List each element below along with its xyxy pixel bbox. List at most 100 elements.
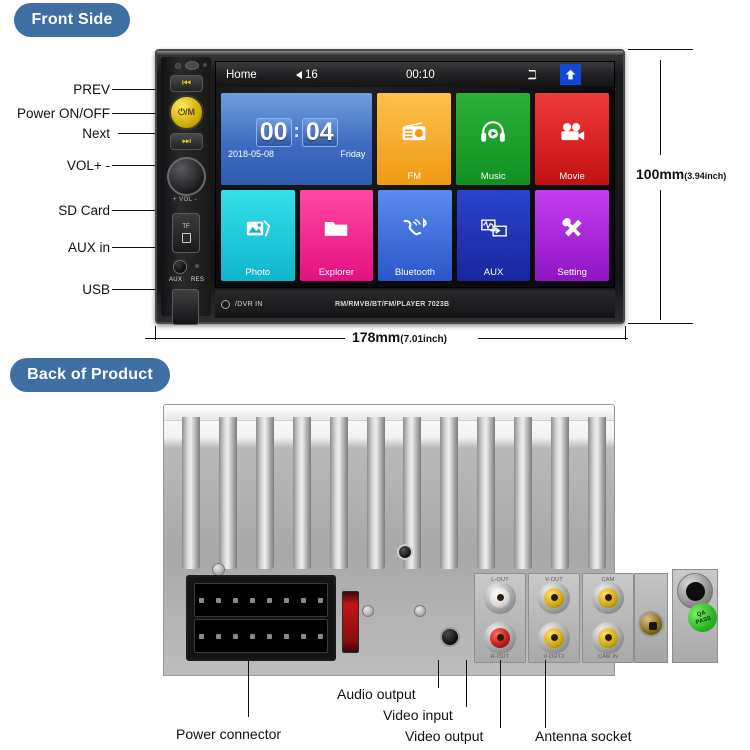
callout-audio-output: Audio output — [337, 686, 416, 702]
bluetooth-icon: ℶ — [528, 66, 537, 82]
heatsink-fin — [477, 417, 496, 569]
heatsink-fin — [292, 417, 311, 569]
tile-setting[interactable]: Setting — [535, 189, 609, 281]
back-of-product-badge: Back of Product — [10, 358, 170, 392]
power-connector[interactable] — [186, 575, 336, 661]
dim-height-line-bottom — [660, 190, 661, 320]
callout-volume: VOL+ - — [66, 158, 110, 173]
heatsink-fin — [440, 417, 459, 569]
connector-pin — [284, 597, 289, 603]
connector-pin — [301, 597, 306, 603]
clock-tile[interactable]: 00 : 04 2018-05-08 Friday — [221, 93, 373, 185]
dim-height-line-top — [660, 60, 661, 155]
tile-bluetooth-label: Bluetooth — [394, 267, 436, 278]
tile-music-label: Music — [480, 170, 506, 182]
tile-aux[interactable]: AUX — [456, 189, 531, 281]
connector-pin — [301, 633, 306, 639]
heatsink-fin — [366, 417, 385, 569]
connector-pin — [199, 633, 204, 639]
tile-explorer[interactable]: Explorer — [299, 189, 374, 281]
aux-label: AUX — [169, 277, 183, 283]
callout-sd-card: SD Card — [58, 203, 110, 218]
aux-signal-icon — [480, 190, 507, 268]
rca-jack-audio-right[interactable] — [484, 622, 516, 654]
status-bar: Home 16 00:10 ℶ — [216, 62, 614, 87]
heatsink-fin — [182, 417, 200, 569]
rca-jack-video-out[interactable] — [538, 582, 570, 614]
aux-input-jack[interactable] — [173, 260, 187, 274]
tile-music[interactable]: Music — [456, 93, 531, 185]
rca-cap-top: V-OUT — [545, 577, 563, 583]
rca-cap-top: CAM — [601, 577, 615, 583]
connector-pin-row — [194, 583, 328, 617]
dim-width-inch: (7.01inch) — [400, 334, 447, 345]
back-unit: L-OUT R-OUT V-OUT V-OUT2 CAM CAM IN QA P… — [163, 404, 721, 676]
rca-jack-audio-left[interactable] — [484, 582, 516, 614]
fuse-holder — [342, 591, 359, 653]
clock-subline: 2018-05-08 Friday — [221, 147, 372, 162]
folder-icon — [324, 190, 348, 268]
rca-cap-bottom: CAM IN — [597, 654, 619, 660]
lead-aux-in — [112, 247, 157, 248]
connector-pin — [216, 633, 221, 639]
touchscreen-display[interactable]: Home 16 00:10 ℶ 00 : 04 2018-05-08 Frida… — [215, 61, 615, 288]
tile-movie[interactable]: Movie — [535, 93, 609, 185]
antenna-jack[interactable] — [638, 611, 664, 637]
reset-button[interactable] — [195, 264, 199, 268]
dim-height-label: 100mm(3.94inch) — [636, 166, 726, 182]
callout-video-input: Video input — [383, 707, 453, 723]
headphones-icon — [480, 93, 506, 171]
dim-height-mm: 100mm — [636, 166, 685, 182]
up-arrow-icon[interactable] — [560, 64, 581, 85]
dim-width-line-left — [145, 338, 345, 339]
dim-width-tick-left — [155, 326, 156, 340]
sd-card-icon — [181, 232, 191, 243]
rca-cap-bottom: V-OUT2 — [543, 654, 565, 660]
tile-photo-label: Photo — [245, 267, 271, 278]
dim-height-tick-top — [628, 49, 693, 50]
heatsink-fin — [218, 417, 237, 569]
speaker-icon — [296, 70, 302, 79]
lead-power-connector — [248, 660, 249, 717]
connector-pin — [250, 597, 255, 603]
tile-movie-label: Movie — [559, 170, 585, 182]
sd-card-slot[interactable]: TF — [172, 213, 200, 253]
dim-height-tick-bottom — [628, 323, 693, 324]
rca-jack-camera-in[interactable] — [592, 582, 624, 614]
callout-prev: PREV — [73, 82, 110, 97]
radio-icon — [401, 93, 427, 171]
connector-pin — [318, 597, 323, 603]
connector-pin — [267, 633, 272, 639]
connector-pin — [267, 597, 272, 603]
connector-pin — [318, 633, 323, 639]
volume-knob-label: + VOL - — [173, 197, 198, 203]
auxiliary-jack[interactable] — [440, 627, 460, 647]
tile-row-2: Photo Explorer Bluetooth AUX Setting — [221, 189, 609, 281]
lead-video-input — [466, 660, 467, 707]
clock-weekday: Friday — [340, 148, 366, 159]
callout-video-output: Video output — [405, 728, 484, 744]
dim-width-label: 178mm(7.01inch) — [352, 329, 447, 345]
microphone-icon — [175, 63, 181, 69]
rca-block-audio: L-OUT R-OUT — [474, 573, 526, 663]
front-side-badge: Front Side — [14, 3, 130, 37]
status-home-label[interactable]: Home — [226, 69, 257, 81]
prev-button[interactable]: ⏮ — [170, 75, 203, 92]
rca-jack-camera-in-2[interactable] — [592, 622, 624, 654]
heatsink-fin — [587, 417, 606, 569]
lead-power — [112, 113, 157, 114]
usb-port[interactable] — [172, 289, 199, 325]
tile-aux-label: AUX — [483, 267, 504, 278]
clock-hours: 00 — [255, 117, 292, 147]
tile-fm-label: FM — [407, 170, 422, 182]
dvr-camera-icon — [221, 299, 230, 309]
tile-bluetooth[interactable]: Bluetooth — [378, 189, 452, 281]
volume-knob[interactable] — [167, 157, 206, 196]
tile-photo[interactable]: Photo — [221, 189, 295, 281]
next-button[interactable]: ⏭ — [170, 133, 203, 150]
power-button[interactable]: ⏻/M — [169, 95, 204, 130]
status-time: 00:10 — [406, 68, 435, 81]
rca-jack-video-out-2[interactable] — [538, 622, 570, 654]
front-unit: ⏮ ⏻/M ⏭ + VOL - TF AUX RES Home 16 00:10… — [155, 49, 625, 325]
tile-fm[interactable]: FM — [377, 93, 452, 185]
